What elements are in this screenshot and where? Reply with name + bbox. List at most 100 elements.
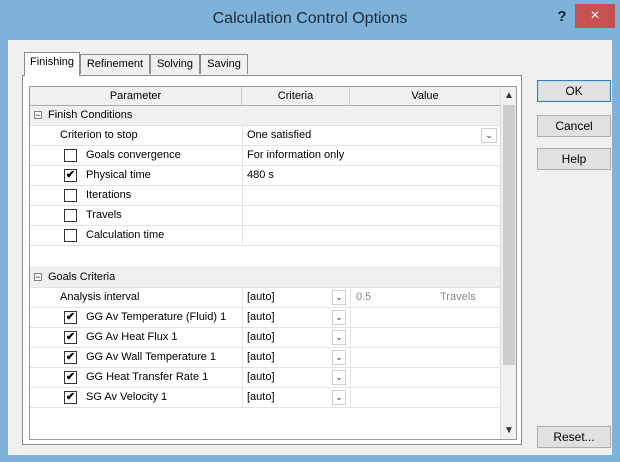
header-parameter[interactable]: Parameter xyxy=(30,87,242,105)
calculation-time-checkbox[interactable] xyxy=(64,229,77,242)
reset-button[interactable]: Reset... xyxy=(537,426,611,448)
analysis-interval-unit: Travels xyxy=(440,291,476,303)
tab-panel-finishing: Parameter Criteria Value − Finish Condit… xyxy=(22,75,522,445)
column-divider xyxy=(242,206,243,225)
param-label: Criterion to stop xyxy=(60,129,138,141)
param-label: Goals convergence xyxy=(86,149,181,161)
collapse-icon[interactable]: − xyxy=(34,273,42,282)
goal-checkbox[interactable]: ✔ xyxy=(64,351,77,364)
header-criteria[interactable]: Criteria xyxy=(242,87,350,105)
column-divider xyxy=(242,126,243,145)
group-goals-criteria[interactable]: − Goals Criteria xyxy=(30,268,500,288)
physical-time-checkbox[interactable]: ✔ xyxy=(64,169,77,182)
cancel-button[interactable]: Cancel xyxy=(537,115,611,137)
goal-checkbox[interactable]: ✔ xyxy=(64,391,77,404)
column-divider xyxy=(242,226,243,245)
collapse-icon[interactable]: − xyxy=(34,111,42,120)
row-goal[interactable]: ✔ GG Av Wall Temperature 1 [auto] ⌄ xyxy=(30,348,500,368)
help-question-icon[interactable]: ? xyxy=(552,8,572,30)
column-divider xyxy=(242,186,243,205)
chevron-down-icon[interactable]: ⌄ xyxy=(332,290,346,305)
row-criterion-to-stop[interactable]: Criterion to stop One satisfied ⌄ xyxy=(30,126,500,146)
param-label: GG Av Wall Temperature 1 xyxy=(86,351,217,363)
iterations-checkbox[interactable] xyxy=(64,189,77,202)
group-label: Finish Conditions xyxy=(48,109,133,121)
column-divider xyxy=(350,308,351,327)
chevron-down-icon[interactable]: ⌄ xyxy=(332,390,346,405)
analysis-interval-criteria[interactable]: [auto] xyxy=(247,288,275,307)
chevron-down-icon[interactable]: ⌄ xyxy=(332,350,346,365)
column-divider xyxy=(242,368,243,387)
physical-time-criteria[interactable]: 480 s xyxy=(247,166,274,185)
goal-checkbox[interactable]: ✔ xyxy=(64,311,77,324)
row-iterations[interactable]: Iterations xyxy=(30,186,500,206)
goals-convergence-checkbox[interactable] xyxy=(64,149,77,162)
param-label: Physical time xyxy=(86,169,151,181)
row-spacer xyxy=(30,246,500,268)
column-divider xyxy=(350,388,351,407)
column-divider xyxy=(242,288,243,307)
param-label: Iterations xyxy=(86,189,132,201)
row-goal[interactable]: ✔ SG Av Velocity 1 [auto] ⌄ xyxy=(30,388,500,408)
param-label: Analysis interval xyxy=(60,291,140,303)
column-divider xyxy=(242,146,243,165)
goal-criteria[interactable]: [auto] xyxy=(247,308,275,327)
group-finish-conditions[interactable]: − Finish Conditions xyxy=(30,106,500,126)
row-goal[interactable]: ✔ GG Av Heat Flux 1 [auto] ⌄ xyxy=(30,328,500,348)
scroll-down-icon[interactable]: ▼ xyxy=(501,422,516,439)
tab-finishing[interactable]: Finishing xyxy=(24,52,80,76)
column-divider xyxy=(350,328,351,347)
tab-saving[interactable]: Saving xyxy=(200,54,248,74)
window-title: Calculation Control Options xyxy=(212,10,408,27)
column-divider xyxy=(242,308,243,327)
parameter-grid: Parameter Criteria Value − Finish Condit… xyxy=(29,86,517,440)
chevron-down-icon[interactable]: ⌄ xyxy=(332,370,346,385)
column-divider xyxy=(350,348,351,367)
goal-criteria[interactable]: [auto] xyxy=(247,328,275,347)
param-label: Calculation time xyxy=(86,229,165,241)
column-divider xyxy=(242,388,243,407)
row-goals-convergence[interactable]: Goals convergence For information only xyxy=(30,146,500,166)
row-physical-time[interactable]: ✔ Physical time 480 s xyxy=(30,166,500,186)
goal-criteria[interactable]: [auto] xyxy=(247,368,275,387)
param-label: GG Av Heat Flux 1 xyxy=(86,331,178,343)
dialog-window: Calculation Control Options ? × Finishin… xyxy=(0,0,620,462)
param-label: GG Av Temperature (Fluid) 1 xyxy=(86,311,227,323)
column-divider xyxy=(350,368,351,387)
goal-criteria[interactable]: [auto] xyxy=(247,348,275,367)
chevron-down-icon[interactable]: ⌄ xyxy=(332,310,346,325)
param-label: GG Heat Transfer Rate 1 xyxy=(86,371,209,383)
analysis-interval-value[interactable]: 0.5 xyxy=(356,288,371,307)
tab-refinement[interactable]: Refinement xyxy=(80,54,150,74)
header-value[interactable]: Value xyxy=(350,87,500,105)
help-button[interactable]: Help xyxy=(537,148,611,170)
goal-checkbox[interactable]: ✔ xyxy=(64,331,77,344)
goal-criteria[interactable]: [auto] xyxy=(247,388,275,407)
grid-header: Parameter Criteria Value xyxy=(30,87,500,106)
tab-solving[interactable]: Solving xyxy=(150,54,200,74)
row-calculation-time[interactable]: Calculation time xyxy=(30,226,500,246)
column-divider xyxy=(242,166,243,185)
row-analysis-interval[interactable]: Analysis interval [auto] ⌄ 0.5 Travels xyxy=(30,288,500,308)
title-bar[interactable]: Calculation Control Options ? × xyxy=(0,0,620,40)
row-goal[interactable]: ✔ GG Heat Transfer Rate 1 [auto] ⌄ xyxy=(30,368,500,388)
column-divider xyxy=(350,288,351,307)
row-travels[interactable]: Travels xyxy=(30,206,500,226)
chevron-down-icon[interactable]: ⌄ xyxy=(332,330,346,345)
row-goal[interactable]: ✔ GG Av Temperature (Fluid) 1 [auto] ⌄ xyxy=(30,308,500,328)
goal-checkbox[interactable]: ✔ xyxy=(64,371,77,384)
close-button[interactable]: × xyxy=(575,4,615,28)
param-label: SG Av Velocity 1 xyxy=(86,391,168,403)
dialog-client-area: Finishing Refinement Solving Saving Para… xyxy=(8,40,612,455)
scroll-thumb[interactable] xyxy=(503,105,515,365)
criterion-to-stop-value[interactable]: One satisfied xyxy=(247,126,311,145)
travels-checkbox[interactable] xyxy=(64,209,77,222)
param-label: Travels xyxy=(86,209,122,221)
ok-button[interactable]: OK xyxy=(537,80,611,102)
column-divider xyxy=(242,328,243,347)
chevron-down-icon[interactable]: ⌄ xyxy=(481,128,497,143)
vertical-scrollbar[interactable]: ▲ ▼ xyxy=(500,87,516,439)
goals-convergence-criteria[interactable]: For information only xyxy=(247,146,344,165)
group-label: Goals Criteria xyxy=(48,271,116,283)
scroll-up-icon[interactable]: ▲ xyxy=(501,87,516,104)
